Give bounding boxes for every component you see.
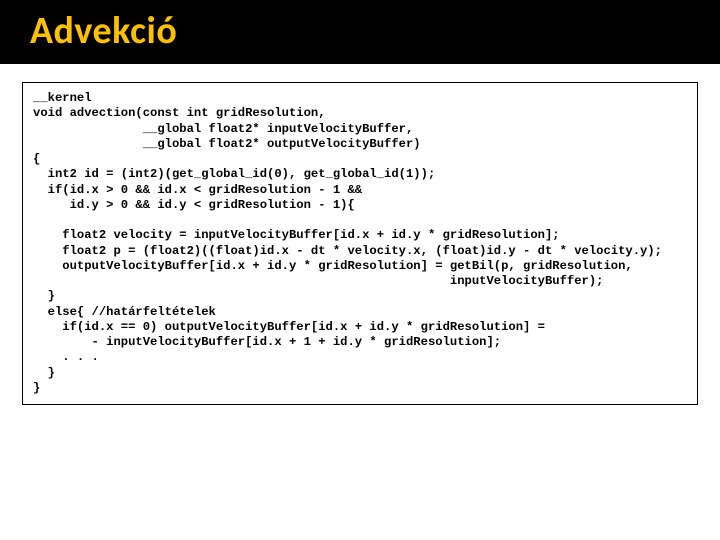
content-area: __kernel void advection(const int gridRe…	[0, 64, 720, 405]
code-block: __kernel void advection(const int gridRe…	[22, 82, 698, 405]
slide-title: Advekció	[30, 8, 690, 54]
title-band: Advekció	[0, 0, 720, 64]
